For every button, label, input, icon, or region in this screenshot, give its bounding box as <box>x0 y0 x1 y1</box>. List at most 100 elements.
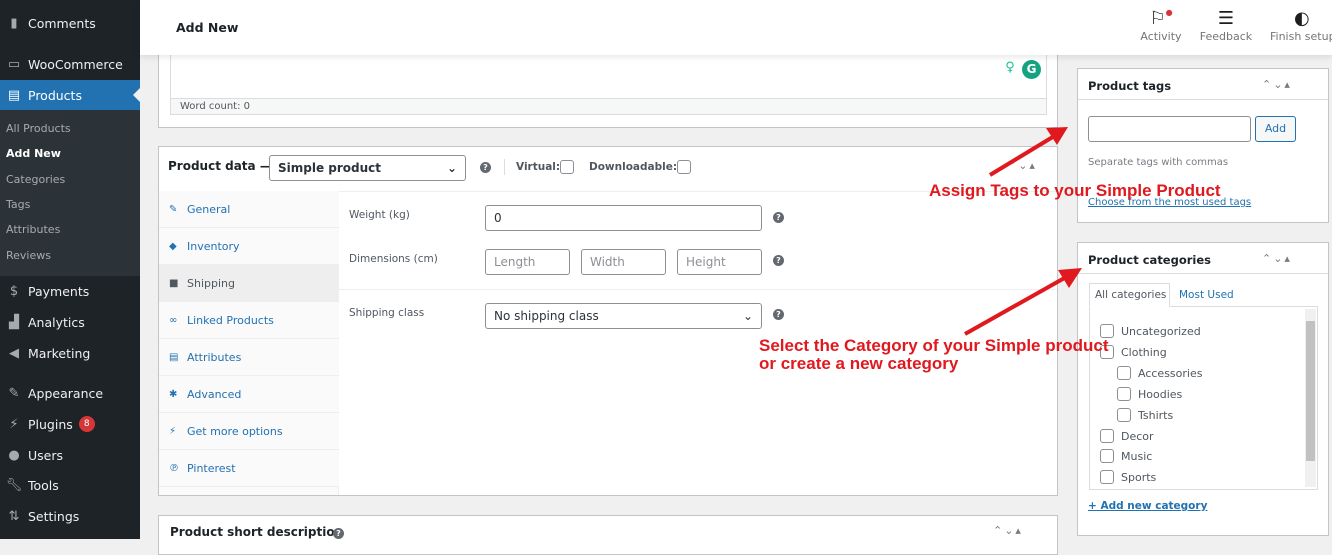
chevron-down-icon: ⌄ <box>742 309 753 323</box>
brush-icon: ✎ <box>8 385 20 401</box>
short-description-box: Product short description ? ⌃⌄▴ <box>158 515 1058 555</box>
downloadable-checkbox[interactable] <box>677 160 692 174</box>
tag-input[interactable] <box>1088 116 1251 142</box>
box-controls[interactable]: ⌃⌄▴ <box>993 524 1023 537</box>
activity-button[interactable]: ⚐● Activity <box>1138 8 1184 43</box>
menu-tools[interactable]: 🔧︎ Tools <box>0 470 140 500</box>
feedback-button[interactable]: ☰ Feedback <box>1198 8 1254 43</box>
products-submenu: All Products Add New Categories Tags Att… <box>0 110 140 276</box>
woo-icon: ▭ <box>7 56 21 72</box>
tab-advanced[interactable]: ✱ Advanced <box>159 376 339 413</box>
wrench-icon: ✎ <box>169 203 178 215</box>
scrollbar[interactable] <box>1305 309 1316 487</box>
grammarly-widget[interactable]: ♀ G <box>997 57 1045 81</box>
lightbulb-icon: ♀ <box>1001 60 1019 78</box>
category-item[interactable]: Accessories <box>1117 366 1202 380</box>
weight-input[interactable]: 0 <box>485 205 762 231</box>
category-checkbox[interactable] <box>1117 366 1131 380</box>
menu-analytics[interactable]: ▟ Analytics <box>0 307 140 337</box>
dollar-icon: $ <box>9 283 19 299</box>
menu-users[interactable]: ● Users <box>0 440 140 470</box>
tab-get-more-options[interactable]: ⚡ Get more options <box>159 413 339 450</box>
scrollbar-thumb[interactable] <box>1306 321 1315 461</box>
list-icon: ▤ <box>169 351 179 363</box>
short-description-title: Product short description <box>170 525 344 539</box>
tab-general[interactable]: ✎ General <box>159 191 339 228</box>
weight-label: Weight (kg) <box>349 209 410 221</box>
submenu-reviews[interactable]: Reviews <box>6 249 51 262</box>
annotation-tags: Assign Tags to your Simple Product <box>929 181 1221 200</box>
virtual-checkbox[interactable] <box>560 160 575 174</box>
category-checkbox[interactable] <box>1100 470 1114 484</box>
link-icon: ∞ <box>169 314 178 326</box>
plug-icon: ⚡ <box>169 425 177 437</box>
tab-inventory[interactable]: ◆ Inventory <box>159 228 339 265</box>
box-controls[interactable]: ⌃⌄▴ <box>1262 78 1292 91</box>
menu-products[interactable]: ▤ Products <box>0 80 140 110</box>
menu-comments[interactable]: ▮ Comments <box>0 8 140 38</box>
length-input[interactable]: Length <box>485 249 570 275</box>
help-icon: ? <box>773 309 784 320</box>
category-checkbox[interactable] <box>1117 387 1131 401</box>
page-title: Add New <box>176 20 239 35</box>
help-icon: ? <box>773 212 784 223</box>
pinterest-icon: ℗ <box>169 462 179 474</box>
help-icon: ? <box>333 528 344 539</box>
settings-icon: ⇅ <box>8 508 20 524</box>
submenu-tags[interactable]: Tags <box>6 198 30 211</box>
menu-settings[interactable]: ⇅ Settings <box>0 501 140 531</box>
help-icon: ? <box>773 255 784 266</box>
tab-pinterest[interactable]: ℗ Pinterest <box>159 450 339 487</box>
category-item[interactable]: Music <box>1100 449 1152 463</box>
menu-plugins[interactable]: ⚡ Plugins 8 <box>0 409 140 439</box>
submenu-all-products[interactable]: All Products <box>6 122 71 135</box>
menu-appearance[interactable]: ✎ Appearance <box>0 378 140 408</box>
tags-hint: Separate tags with commas <box>1088 157 1229 168</box>
menu-woocommerce[interactable]: ▭ WooCommerce <box>0 49 140 79</box>
width-input[interactable]: Width <box>581 249 666 275</box>
tab-all-categories[interactable]: All categories <box>1089 283 1170 307</box>
category-checkbox[interactable] <box>1100 449 1114 463</box>
tab-most-used[interactable]: Most Used <box>1179 289 1234 301</box>
chevron-down-icon: ⌄ <box>446 161 457 175</box>
category-item[interactable]: Uncategorized <box>1100 324 1201 338</box>
add-tag-button[interactable]: Add <box>1255 116 1296 142</box>
product-tags-title: Product tags <box>1088 79 1172 93</box>
comment-icon: ▮ <box>10 15 18 31</box>
box-controls[interactable]: ⌃⌄▴ <box>1007 159 1037 172</box>
shipping-class-label: Shipping class <box>349 307 425 319</box>
finish-setup-button[interactable]: ◐ Finish setup <box>1270 8 1332 43</box>
box-controls[interactable]: ⌃⌄▴ <box>1262 252 1292 265</box>
menu-payments[interactable]: $ Payments <box>0 276 140 306</box>
submenu-categories[interactable]: Categories <box>6 173 65 186</box>
add-new-category-link[interactable]: + Add new category <box>1088 500 1207 512</box>
feedback-icon: ☰ <box>1217 8 1235 29</box>
tab-linked-products[interactable]: ∞ Linked Products <box>159 302 339 339</box>
dimensions-label: Dimensions (cm) <box>349 253 438 265</box>
product-type-select[interactable]: Simple product ⌄ <box>269 155 466 181</box>
virtual-label: Virtual: <box>516 161 561 173</box>
tab-shipping[interactable]: ■ Shipping <box>159 265 339 302</box>
tab-attributes[interactable]: ▤ Attributes <box>159 339 339 376</box>
menu-marketing[interactable]: ◀ Marketing <box>0 338 140 368</box>
category-item[interactable]: Tshirts <box>1117 408 1173 422</box>
category-checkbox[interactable] <box>1100 429 1114 443</box>
category-item[interactable]: Decor <box>1100 429 1154 443</box>
word-count: Word count: 0 <box>170 98 1047 115</box>
category-item[interactable]: Clothing <box>1100 345 1167 359</box>
height-input[interactable]: Height <box>677 249 762 275</box>
product-data-tabs: ✎ General ◆ Inventory ■ Shipping ∞ Linked Pr… <box>159 191 339 495</box>
submenu-add-new[interactable]: Add New <box>6 147 61 160</box>
tag-icon: ◆ <box>169 240 177 252</box>
gear-icon: ✱ <box>169 388 178 400</box>
archive-icon: ▤ <box>7 87 21 103</box>
category-checkbox[interactable] <box>1117 408 1131 422</box>
product-categories-box: Product categories ⌃⌄▴ All categories Mo… <box>1077 242 1329 536</box>
submenu-attributes[interactable]: Attributes <box>6 223 60 236</box>
category-item[interactable]: Hoodies <box>1117 387 1182 401</box>
admin-sidebar: ▮ Comments ▭ WooCommerce ▤ Products All Pro… <box>0 0 140 539</box>
annotation-category-line2: or create a new category <box>759 354 959 373</box>
category-checklist: Uncategorized Clothing Accessories Hoodi… <box>1089 306 1318 490</box>
shipping-class-select[interactable]: No shipping class ⌄ <box>485 303 762 329</box>
category-item[interactable]: Sports <box>1100 470 1156 484</box>
